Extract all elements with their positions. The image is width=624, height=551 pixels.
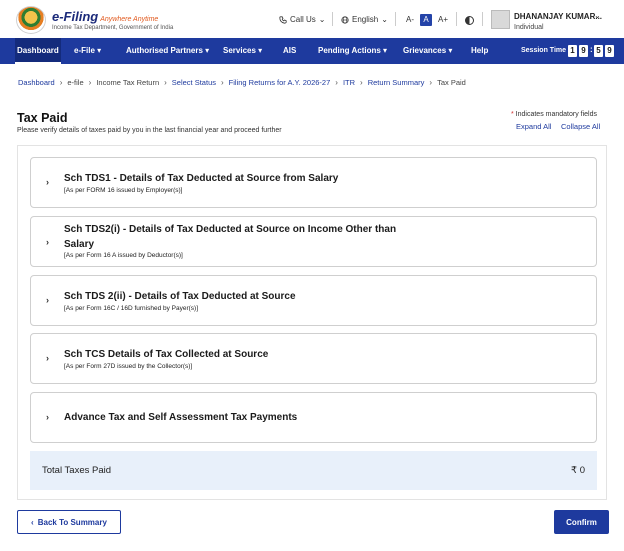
chevron-right-icon: › — [46, 177, 49, 187]
section-sch-tds2i[interactable]: › Sch TDS2(i) - Details of Tax Deducted … — [30, 216, 597, 267]
section-sch-tds2ii[interactable]: › Sch TDS 2(ii) - Details of Tax Deducte… — [30, 275, 597, 326]
chevron-right-icon: › — [221, 78, 224, 87]
nav-pending-actions[interactable]: Pending Actions ▾ — [318, 38, 387, 64]
main-navbar: Dashboard e-File ▾ Authorised Partners ▾… — [0, 38, 624, 64]
mandatory-note-text: Indicates mandatory fields — [515, 111, 597, 118]
total-taxes-paid-label: Total Taxes Paid — [42, 465, 112, 476]
mandatory-note: * Indicates mandatory fields — [511, 111, 597, 118]
language-select[interactable]: English ⌄ — [341, 15, 388, 24]
chevron-down-icon: ⌄ — [381, 15, 388, 24]
chevron-right-icon: › — [46, 353, 49, 363]
collapse-all-link[interactable]: Collapse All — [561, 122, 600, 131]
nav-help[interactable]: Help — [471, 38, 488, 64]
breadcrumb-tax-paid: Tax Paid — [437, 78, 466, 87]
confirm-button[interactable]: Confirm — [554, 510, 609, 534]
section-title: Sch TDS2(i) - Details of Tax Deducted at… — [64, 224, 397, 250]
section-subtitle: [As per Form 16C / 16D furnished by Paye… — [64, 305, 199, 312]
nav-ais[interactable]: AIS — [283, 38, 296, 64]
user-name[interactable]: DHANANJAY KUMAR... — [514, 12, 602, 21]
nav-efile[interactable]: e-File ▾ — [74, 38, 101, 64]
section-title: Sch TDS1 - Details of Tax Deducted at So… — [64, 173, 339, 184]
nav-dashboard[interactable]: Dashboard — [15, 38, 61, 64]
efiling-logo[interactable]: e-Filing Anywhere Anytime Income Tax Depa… — [16, 6, 173, 34]
section-subtitle: [As per Form 27D issued by the Collector… — [64, 363, 193, 370]
font-increase-button[interactable]: A+ — [437, 14, 449, 26]
breadcrumb-dashboard[interactable]: Dashboard — [18, 78, 55, 87]
logo-main-text: e-Filing — [52, 8, 99, 24]
nav-authorised-partners[interactable]: Authorised Partners ▾ — [126, 38, 209, 64]
section-title: Advance Tax and Self Assessment Tax Paym… — [64, 412, 298, 423]
section-subtitle: [As per Form 16 A issued by Deductor(s)] — [64, 252, 183, 259]
breadcrumb-filing-returns[interactable]: Filing Returns for A.Y. 2026-27 — [229, 78, 331, 87]
language-label: English — [352, 15, 379, 24]
chevron-right-icon: › — [46, 295, 49, 305]
chevron-right-icon: › — [88, 78, 92, 87]
avatar[interactable] — [491, 10, 510, 29]
breadcrumb: Dashboard › e-file › Income Tax Return ›… — [18, 78, 466, 87]
page-title: Tax Paid — [17, 111, 68, 125]
session-digit: 5 — [594, 45, 603, 57]
chevron-right-icon: › — [429, 78, 433, 87]
session-digit: 9 — [579, 45, 588, 57]
section-subtitle: [As per FORM 16 issued by Employer(s)] — [64, 187, 183, 194]
call-us-label: Call Us — [290, 15, 316, 24]
breadcrumb-income-tax-return: Income Tax Return — [96, 78, 160, 87]
section-sch-tcs[interactable]: › Sch TCS Details of Tax Collected at So… — [30, 333, 597, 384]
session-time-label: Session Time — [521, 47, 567, 54]
top-header: e-Filing Anywhere Anytime Income Tax Depa… — [0, 0, 624, 38]
chevron-right-icon: › — [59, 78, 63, 87]
nav-services[interactable]: Services ▾ — [223, 38, 262, 64]
section-advance-tax[interactable]: › Advance Tax and Self Assessment Tax Pa… — [30, 392, 597, 443]
back-to-summary-button[interactable]: ‹ Back To Summary — [17, 510, 121, 534]
chevron-down-icon: ⌄ — [318, 15, 326, 24]
globe-icon — [341, 15, 349, 24]
chevron-right-icon: › — [360, 78, 363, 87]
section-title: Sch TCS Details of Tax Collected at Sour… — [64, 349, 269, 360]
chevron-right-icon: › — [46, 412, 49, 422]
call-us-menu[interactable]: Call Us ⌄ — [279, 15, 325, 24]
session-digit: 9 — [605, 45, 614, 57]
font-normal-button[interactable]: A — [420, 14, 432, 26]
back-button-label: Back To Summary — [37, 517, 107, 527]
expand-all-link[interactable]: Expand All — [516, 122, 551, 131]
session-colon: : — [590, 45, 593, 54]
chevron-right-icon: › — [335, 78, 338, 87]
total-taxes-paid-value: ₹ 0 — [571, 465, 585, 476]
logo-subtext: Income Tax Department, Government of Ind… — [52, 24, 174, 31]
breadcrumb-itr[interactable]: ITR — [343, 78, 355, 87]
contrast-icon[interactable] — [465, 16, 474, 25]
chevron-down-icon[interactable]: ⌄ — [594, 11, 601, 20]
section-sch-tds1[interactable]: › Sch TDS1 - Details of Tax Deducted at … — [30, 157, 597, 208]
section-title: Sch TDS 2(ii) - Details of Tax Deducted … — [64, 291, 296, 302]
font-decrease-button[interactable]: A- — [404, 14, 416, 26]
chevron-right-icon: › — [164, 78, 167, 87]
chevron-left-icon: ‹ — [31, 517, 34, 527]
logo-tagline: Anywhere Anytime — [100, 15, 159, 23]
session-digit: 1 — [568, 45, 577, 57]
nav-grievances[interactable]: Grievances ▾ — [403, 38, 452, 64]
user-role: Individual — [514, 24, 544, 31]
total-taxes-paid-bar: Total Taxes Paid ₹ 0 — [30, 451, 597, 490]
chevron-right-icon: › — [46, 237, 49, 247]
breadcrumb-efile: e-file — [67, 78, 84, 87]
page-subtitle: Please verify details of taxes paid by y… — [17, 127, 282, 134]
phone-icon — [279, 15, 287, 24]
breadcrumb-select-status[interactable]: Select Status — [172, 78, 216, 87]
emblem-icon — [16, 6, 46, 34]
breadcrumb-return-summary[interactable]: Return Summary — [368, 78, 425, 87]
